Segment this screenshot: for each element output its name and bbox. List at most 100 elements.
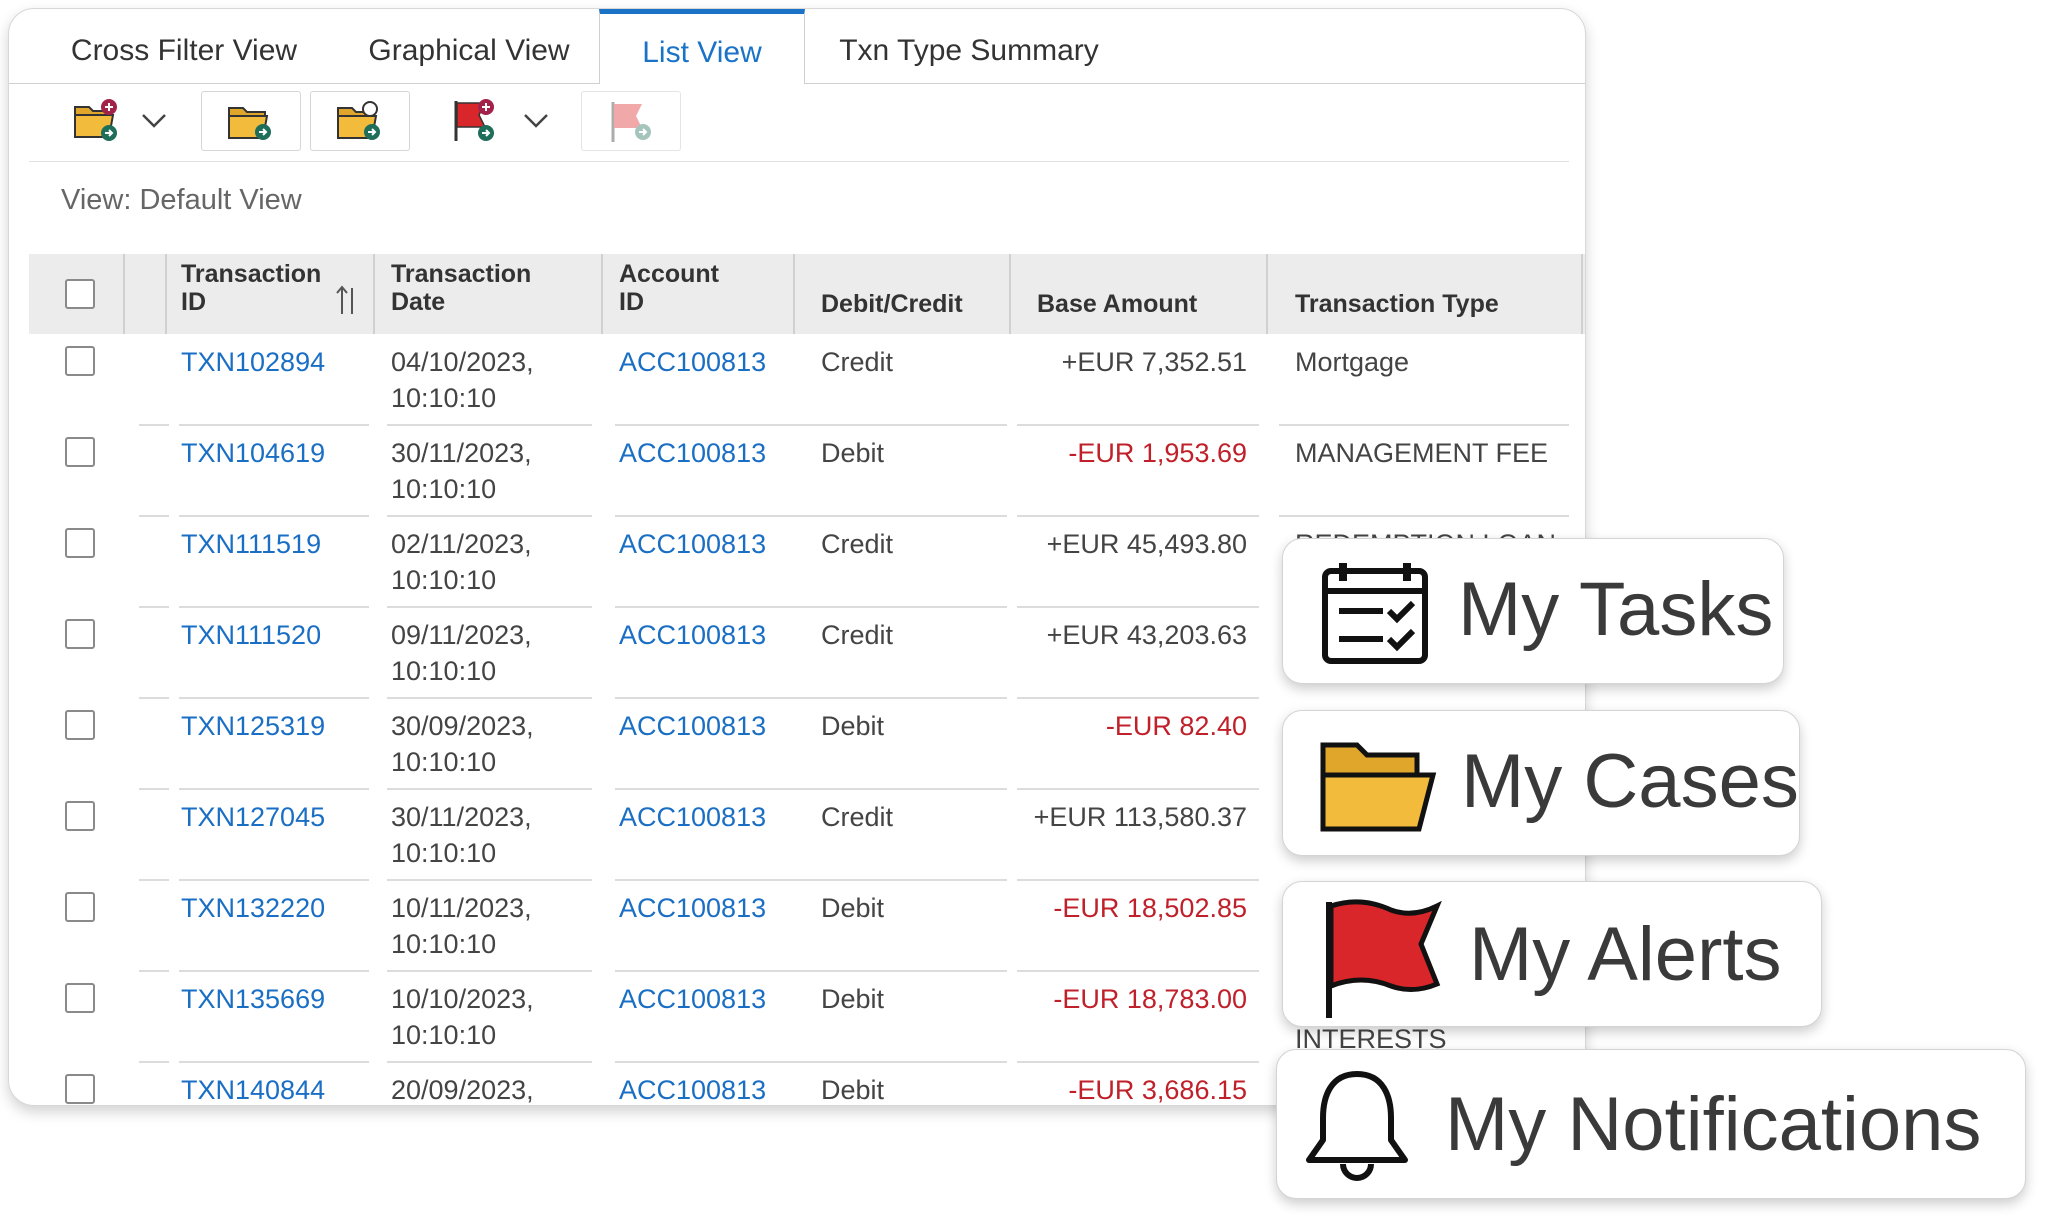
transaction-date: 20/09/2023, (391, 1075, 534, 1105)
debit-credit: Debit (821, 711, 885, 741)
account-id-link[interactable]: ACC100813 (619, 526, 766, 562)
open-case-button[interactable] (201, 91, 301, 151)
my-cases-card[interactable]: My Cases (1282, 710, 1800, 856)
transaction-date: 30/09/2023, 10:10:10 (391, 711, 534, 777)
transaction-date: 04/10/2023, 10:10:10 (391, 347, 534, 413)
column-divider (1266, 254, 1268, 334)
debit-credit: Credit (821, 802, 894, 832)
transaction-id-link[interactable]: TXN132220 (181, 890, 325, 926)
account-id-link[interactable]: ACC100813 (619, 617, 766, 653)
folder-arrow-icon (228, 107, 271, 140)
transaction-type: MANAGEMENT FEE (1295, 438, 1549, 468)
row-checkbox[interactable] (65, 983, 95, 1013)
row-checkbox[interactable] (65, 437, 95, 467)
tab-bar: Cross Filter View Graphical View List Vi… (9, 9, 1585, 84)
account-id-link[interactable]: ACC100813 (619, 344, 766, 380)
chevron-down-icon[interactable] (137, 105, 171, 135)
folder-open-icon (1320, 742, 1437, 832)
folder-search-icon (337, 101, 380, 140)
base-amount: -EUR 18,783.00 (1053, 984, 1247, 1014)
red-flag-icon (1326, 899, 1442, 1018)
tab-txn-type-summary[interactable]: Txn Type Summary (824, 9, 1114, 83)
base-amount: +EUR 113,580.37 (1033, 802, 1247, 832)
column-divider (601, 254, 603, 334)
open-alert-button[interactable] (581, 91, 681, 151)
toolbar (29, 85, 1569, 162)
debit-credit: Credit (821, 620, 894, 650)
row-checkbox[interactable] (65, 619, 95, 649)
base-amount: -EUR 1,953.69 (1068, 438, 1247, 468)
tab-graphical-view[interactable]: Graphical View (339, 9, 599, 83)
transaction-date: 30/11/2023, 10:10:10 (391, 438, 532, 504)
table-header: Transaction ID Transaction Date Account … (29, 254, 1585, 334)
transaction-id-link[interactable]: TXN125319 (181, 708, 325, 744)
select-all-checkbox[interactable] (65, 279, 95, 309)
transaction-id-link[interactable]: TXN140844 (181, 1072, 325, 1105)
base-amount: -EUR 18,502.85 (1053, 893, 1247, 923)
transaction-id-link[interactable]: TXN135669 (181, 981, 325, 1017)
add-to-case-button[interactable] (67, 91, 127, 149)
transaction-date: 30/11/2023, 10:10:10 (391, 802, 532, 868)
search-case-button[interactable] (310, 91, 410, 151)
column-divider (373, 254, 375, 334)
bell-icon (1306, 1071, 1408, 1181)
my-tasks-card[interactable]: My Tasks (1282, 538, 1784, 684)
table-row[interactable]: TXN104619 30/11/2023, 10:10:10 ACC100813 … (29, 425, 1585, 517)
transaction-id-link[interactable]: TXN111520 (181, 617, 321, 653)
account-id-link[interactable]: ACC100813 (619, 1072, 766, 1105)
tab-cross-filter-view[interactable]: Cross Filter View (49, 9, 319, 83)
row-checkbox[interactable] (65, 801, 95, 831)
header-base-amount[interactable]: Base Amount (1037, 254, 1197, 334)
add-alert-button[interactable] (444, 91, 504, 149)
flag-arrow-icon (611, 102, 651, 142)
debit-credit: Debit (821, 984, 885, 1014)
flag-add-icon (454, 99, 494, 141)
transaction-id-link[interactable]: TXN104619 (181, 435, 325, 471)
row-checkbox[interactable] (65, 528, 95, 558)
row-checkbox[interactable] (65, 1074, 95, 1104)
transaction-date: 10/11/2023, 10:10:10 (391, 893, 532, 959)
debit-credit: Debit (821, 1075, 885, 1105)
account-id-link[interactable]: ACC100813 (619, 435, 766, 471)
tab-list-view[interactable]: List View (599, 9, 805, 84)
transaction-id-link[interactable]: TXN102894 (181, 344, 325, 380)
account-id-link[interactable]: ACC100813 (619, 799, 766, 835)
debit-credit: Credit (821, 529, 894, 559)
header-debit-credit[interactable]: Debit/Credit (821, 254, 963, 334)
transaction-date: 09/11/2023, 10:10:10 (391, 620, 532, 686)
transaction-type: Mortgage (1295, 347, 1410, 377)
my-alerts-label: My Alerts (1469, 912, 1782, 997)
my-notifications-label: My Notifications (1445, 1082, 1982, 1167)
table-row[interactable]: TXN102894 04/10/2023, 10:10:10 ACC100813 … (29, 334, 1585, 426)
base-amount: +EUR 45,493.80 (1046, 529, 1247, 559)
chevron-down-icon[interactable] (519, 105, 553, 135)
folder-add-icon (74, 99, 117, 141)
my-cases-label: My Cases (1461, 739, 1799, 824)
transaction-date: 02/11/2023, 10:10:10 (391, 529, 532, 595)
my-alerts-card[interactable]: My Alerts (1282, 881, 1822, 1027)
account-id-link[interactable]: ACC100813 (619, 708, 766, 744)
column-divider (123, 254, 125, 334)
transaction-id-link[interactable]: TXN127045 (181, 799, 325, 835)
calendar-check-icon (1322, 563, 1428, 664)
column-divider (1581, 254, 1583, 334)
debit-credit: Debit (821, 438, 885, 468)
row-checkbox[interactable] (65, 892, 95, 922)
account-id-link[interactable]: ACC100813 (619, 890, 766, 926)
my-tasks-label: My Tasks (1458, 567, 1774, 652)
base-amount: +EUR 43,203.63 (1046, 620, 1247, 650)
transaction-id-link[interactable]: TXN111519 (181, 526, 321, 562)
header-account-id[interactable]: Account ID (619, 254, 739, 334)
base-amount: -EUR 3,686.15 (1068, 1075, 1247, 1105)
header-transaction-date[interactable]: Transaction Date (391, 254, 551, 334)
base-amount: +EUR 7,352.51 (1061, 347, 1247, 377)
header-transaction-type[interactable]: Transaction Type (1295, 254, 1499, 334)
account-id-link[interactable]: ACC100813 (619, 981, 766, 1017)
view-label: View: Default View (61, 184, 302, 216)
my-notifications-card[interactable]: My Notifications (1276, 1049, 2026, 1199)
row-checkbox[interactable] (65, 346, 95, 376)
sort-ascending-icon[interactable] (335, 284, 359, 318)
row-checkbox[interactable] (65, 710, 95, 740)
debit-credit: Credit (821, 347, 894, 377)
header-transaction-id[interactable]: Transaction ID (181, 254, 331, 334)
